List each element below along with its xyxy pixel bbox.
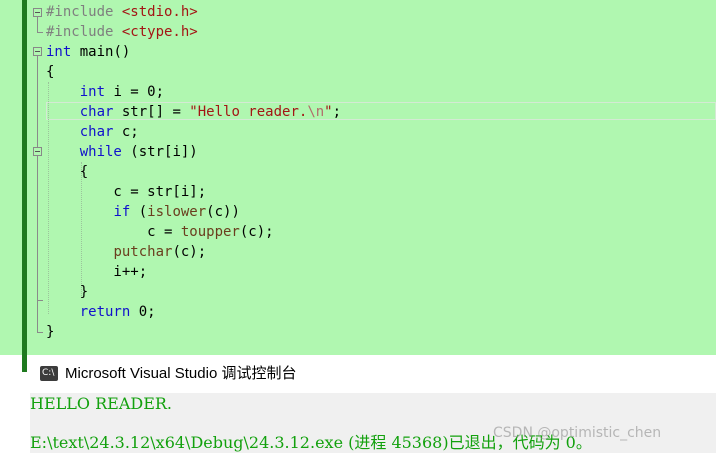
visual-studio-icon: C:\ [40, 366, 58, 381]
code-token: str[] = [113, 104, 190, 120]
code-line[interactable]: putchar(c); [46, 242, 206, 262]
code-token: (c)) [206, 204, 240, 220]
fold-line-end [37, 332, 43, 333]
console-title: Microsoft Visual Studio 调试控制台 [65, 365, 297, 382]
fold-toggle-while[interactable] [33, 147, 42, 156]
fold-toggle-main[interactable] [33, 47, 42, 56]
code-token: \n [307, 104, 325, 120]
code-token: toupper [180, 224, 240, 240]
code-token: char [79, 104, 114, 120]
fold-line-end [37, 32, 43, 33]
code-line[interactable]: char str[] = "Hello reader.\n"; [46, 102, 341, 122]
code-line[interactable]: } [46, 282, 88, 302]
code-token: } [46, 324, 55, 340]
code-line[interactable]: int main() [46, 42, 130, 62]
console-output-line: HELLO READER. [30, 394, 173, 413]
code-token: int [79, 84, 106, 100]
fold-toggle-includes[interactable] [33, 8, 42, 17]
code-token: ; [332, 104, 342, 120]
code-line[interactable]: c = toupper(c); [46, 222, 274, 242]
code-token: while [79, 144, 122, 160]
code-token: putchar [113, 244, 173, 260]
code-token: 0; [130, 304, 156, 320]
code-token: " [324, 104, 333, 120]
code-token: { [46, 164, 89, 180]
code-token: main() [71, 44, 131, 60]
code-line[interactable]: { [46, 162, 88, 182]
code-token: islower [147, 204, 207, 220]
watermark: CSDN @optimistic_chen [493, 425, 662, 441]
code-line[interactable]: #include <stdio.h> [46, 2, 198, 22]
console-titlebar[interactable]: C:\ Microsoft Visual Studio 调试控制台 [30, 355, 716, 393]
code-line[interactable]: } [46, 322, 54, 342]
code-token: c; [113, 124, 139, 140]
code-token: <stdio.h> [121, 4, 198, 20]
fold-line-end [37, 300, 43, 301]
code-line[interactable]: int i = 0; [46, 82, 164, 102]
code-token: i++; [46, 264, 148, 280]
code-line[interactable]: return 0; [46, 302, 156, 322]
code-line[interactable]: #include <ctype.h> [46, 22, 198, 42]
code-line[interactable]: c = str[i]; [46, 182, 206, 202]
code-token: #include [46, 24, 122, 40]
code-token: c = [46, 224, 181, 240]
code-token: return [79, 304, 131, 320]
fold-line [37, 17, 38, 32]
code-token: "Hello reader. [189, 104, 308, 120]
code-token: char [79, 124, 114, 140]
code-line[interactable]: { [46, 62, 54, 82]
fold-line [37, 56, 38, 332]
code-editor[interactable]: #include <stdio.h> #include <ctype.h> int … [0, 0, 716, 355]
code-token: } [46, 284, 89, 300]
code-token: (c); [239, 224, 274, 240]
code-line[interactable]: if (islower(c)) [46, 202, 240, 222]
code-token: c = str[i]; [46, 184, 207, 200]
code-token: { [46, 64, 55, 80]
code-token: (c); [172, 244, 207, 260]
code-line[interactable]: while (str[i]) [46, 142, 198, 162]
code-line[interactable]: i++; [46, 262, 147, 282]
change-indicator-bar [22, 0, 27, 372]
code-line[interactable]: char c; [46, 122, 139, 142]
code-token: i = 0; [105, 84, 165, 100]
code-token: #include [46, 4, 122, 20]
code-token: if [113, 204, 131, 220]
code-token: ( [130, 204, 148, 220]
code-token: (str[i]) [121, 144, 198, 160]
code-token: int [46, 44, 72, 60]
code-token: <ctype.h> [121, 24, 198, 40]
